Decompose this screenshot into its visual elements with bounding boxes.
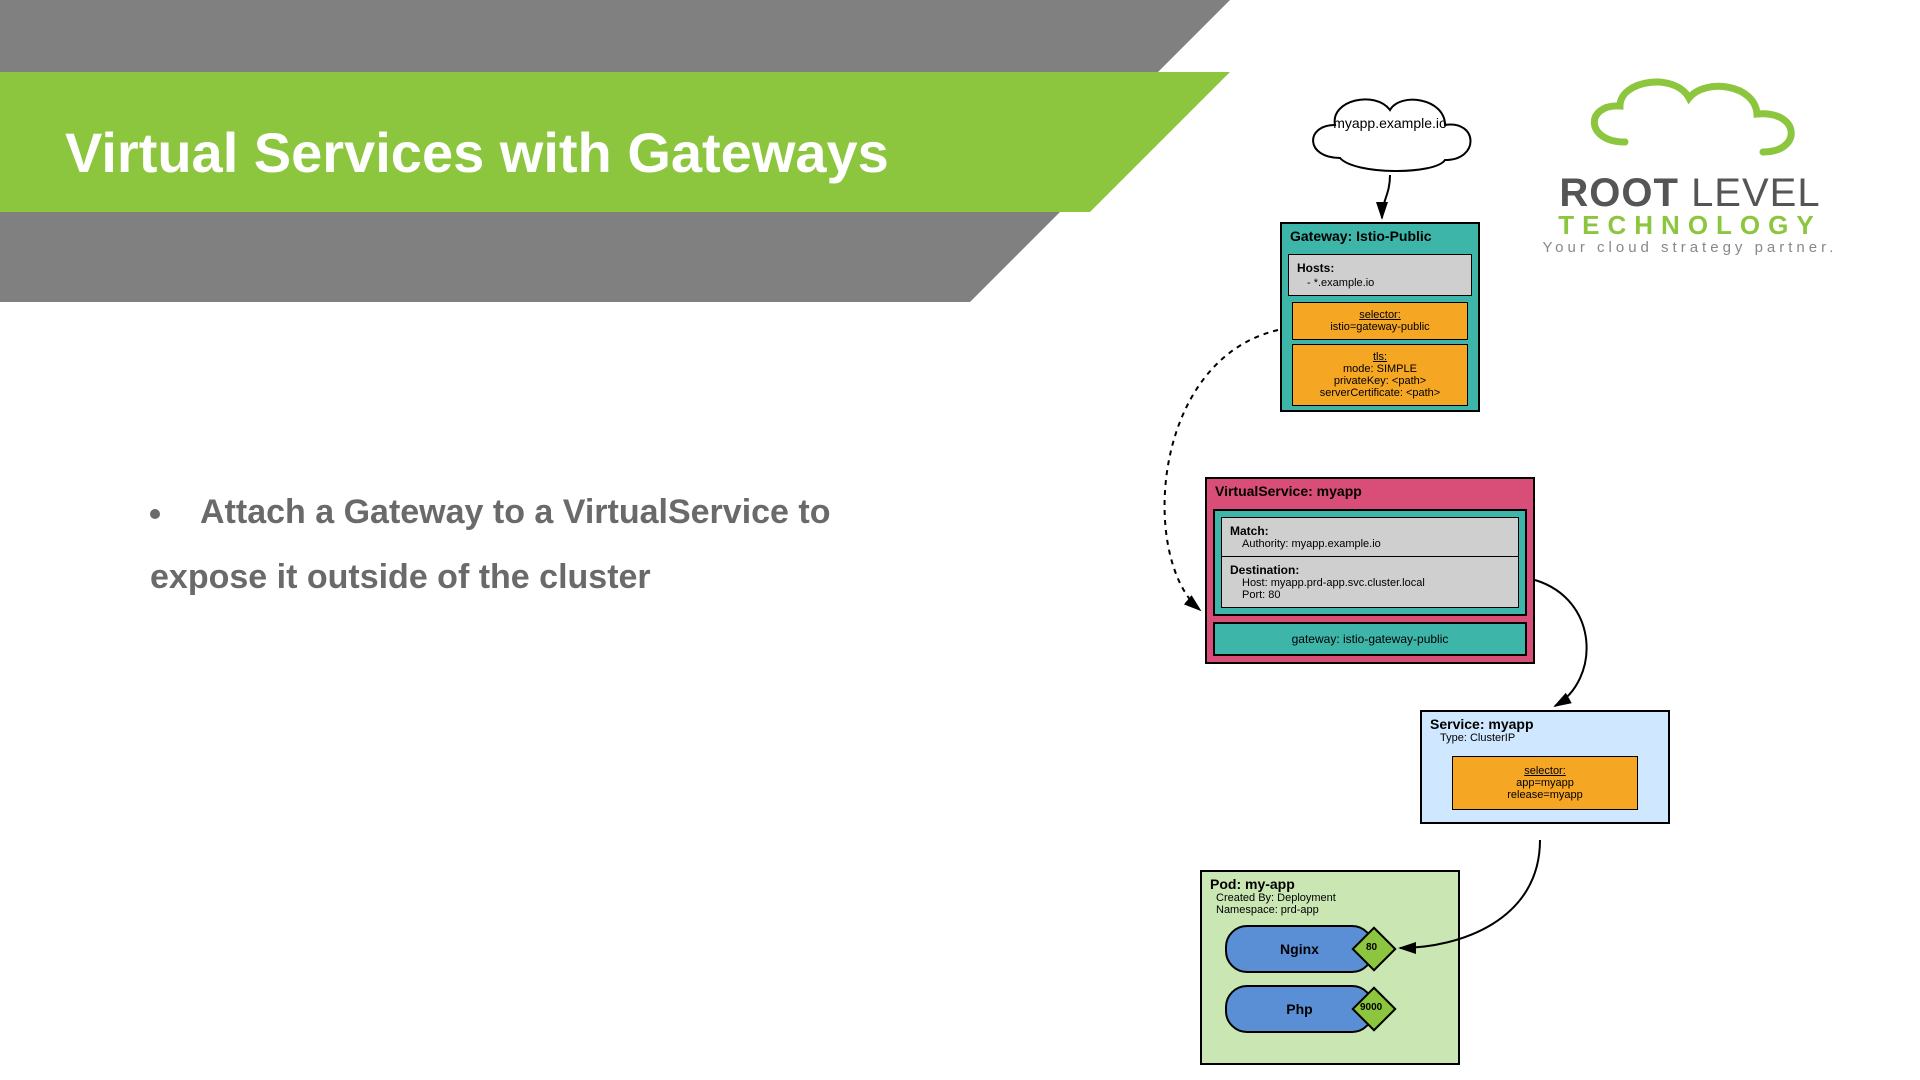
service-selector-release: release=myapp [1507, 789, 1583, 801]
virtualservice-box: VirtualService: myapp Match: Authority: … [1205, 477, 1535, 664]
gateway-tls-key: privateKey: <path> [1334, 375, 1426, 387]
service-selector-label: selector: [1524, 765, 1566, 777]
header-bar-bottom [0, 212, 1060, 302]
gateway-selector-value: istio=gateway-public [1330, 321, 1429, 333]
service-box: Service: myapp Type: ClusterIP selector:… [1420, 710, 1670, 824]
vs-dest-port: Port: 80 [1230, 589, 1510, 601]
gateway-tls-mode: mode: SIMPLE [1343, 363, 1417, 375]
gateway-hosts-value: - *.example.io [1297, 277, 1374, 289]
service-type: Type: ClusterIP [1422, 732, 1668, 748]
service-selector-app: app=myapp [1516, 777, 1574, 789]
gateway-title: Gateway: Istio-Public [1282, 224, 1478, 248]
gateway-hosts: Hosts: - *.example.io [1288, 254, 1472, 296]
vs-match-label: Match: [1230, 524, 1269, 538]
logo-word-root: ROOT [1559, 171, 1679, 215]
gateway-hosts-label: Hosts: [1297, 261, 1334, 275]
bullet-text: Attach a Gateway to a VirtualService to … [150, 493, 831, 596]
gateway-tls-cert: serverCertificate: <path> [1320, 387, 1440, 399]
port-label-2: 9000 [1360, 1002, 1382, 1013]
logo-tagline: Your cloud strategy partner. [1500, 239, 1880, 256]
vs-destination: Destination: Host: myapp.prd-app.svc.clu… [1221, 556, 1519, 608]
slide-title: Virtual Services with Gateways [65, 120, 889, 185]
logo-word-level: LEVEL [1691, 171, 1821, 215]
pod-created: Created By: Deployment [1202, 892, 1458, 904]
pod-namespace: Namespace: prd-app [1202, 904, 1458, 920]
bullet-dot [150, 509, 160, 519]
cloud-label: myapp.example.io [1300, 115, 1480, 131]
gateway-tls: tls: mode: SIMPLE privateKey: <path> ser… [1292, 344, 1468, 406]
header-bar-top [0, 0, 1230, 72]
service-selector: selector: app=myapp release=myapp [1452, 756, 1638, 810]
gateway-selector: selector: istio=gateway-public [1292, 302, 1468, 340]
port-label-1: 80 [1366, 942, 1377, 953]
service-title: Service: myapp [1422, 712, 1668, 732]
vs-match-value: Authority: myapp.example.io [1230, 538, 1510, 550]
gateway-box: Gateway: Istio-Public Hosts: - *.example… [1280, 222, 1480, 412]
virtualservice-rules: Match: Authority: myapp.example.io Desti… [1213, 509, 1527, 616]
vs-match: Match: Authority: myapp.example.io [1221, 517, 1519, 556]
gateway-tls-label: tls: [1373, 351, 1387, 363]
vs-dest-host: Host: myapp.prd-app.svc.cluster.local [1230, 577, 1510, 589]
vs-dest-label: Destination: [1230, 563, 1299, 577]
logo-word-technology: TECHNOLOGY [1500, 210, 1880, 241]
virtualservice-title: VirtualService: myapp [1207, 479, 1533, 503]
logo-cloud-icon [1565, 70, 1815, 160]
pod-title: Pod: my-app [1202, 872, 1458, 892]
bullet-list: Attach a Gateway to a VirtualService to … [150, 480, 950, 609]
vs-gateway-ref: gateway: istio-gateway-public [1213, 622, 1527, 656]
logo: ROOT LEVEL TECHNOLOGY Your cloud strateg… [1500, 70, 1880, 256]
gateway-selector-label: selector: [1359, 309, 1401, 321]
